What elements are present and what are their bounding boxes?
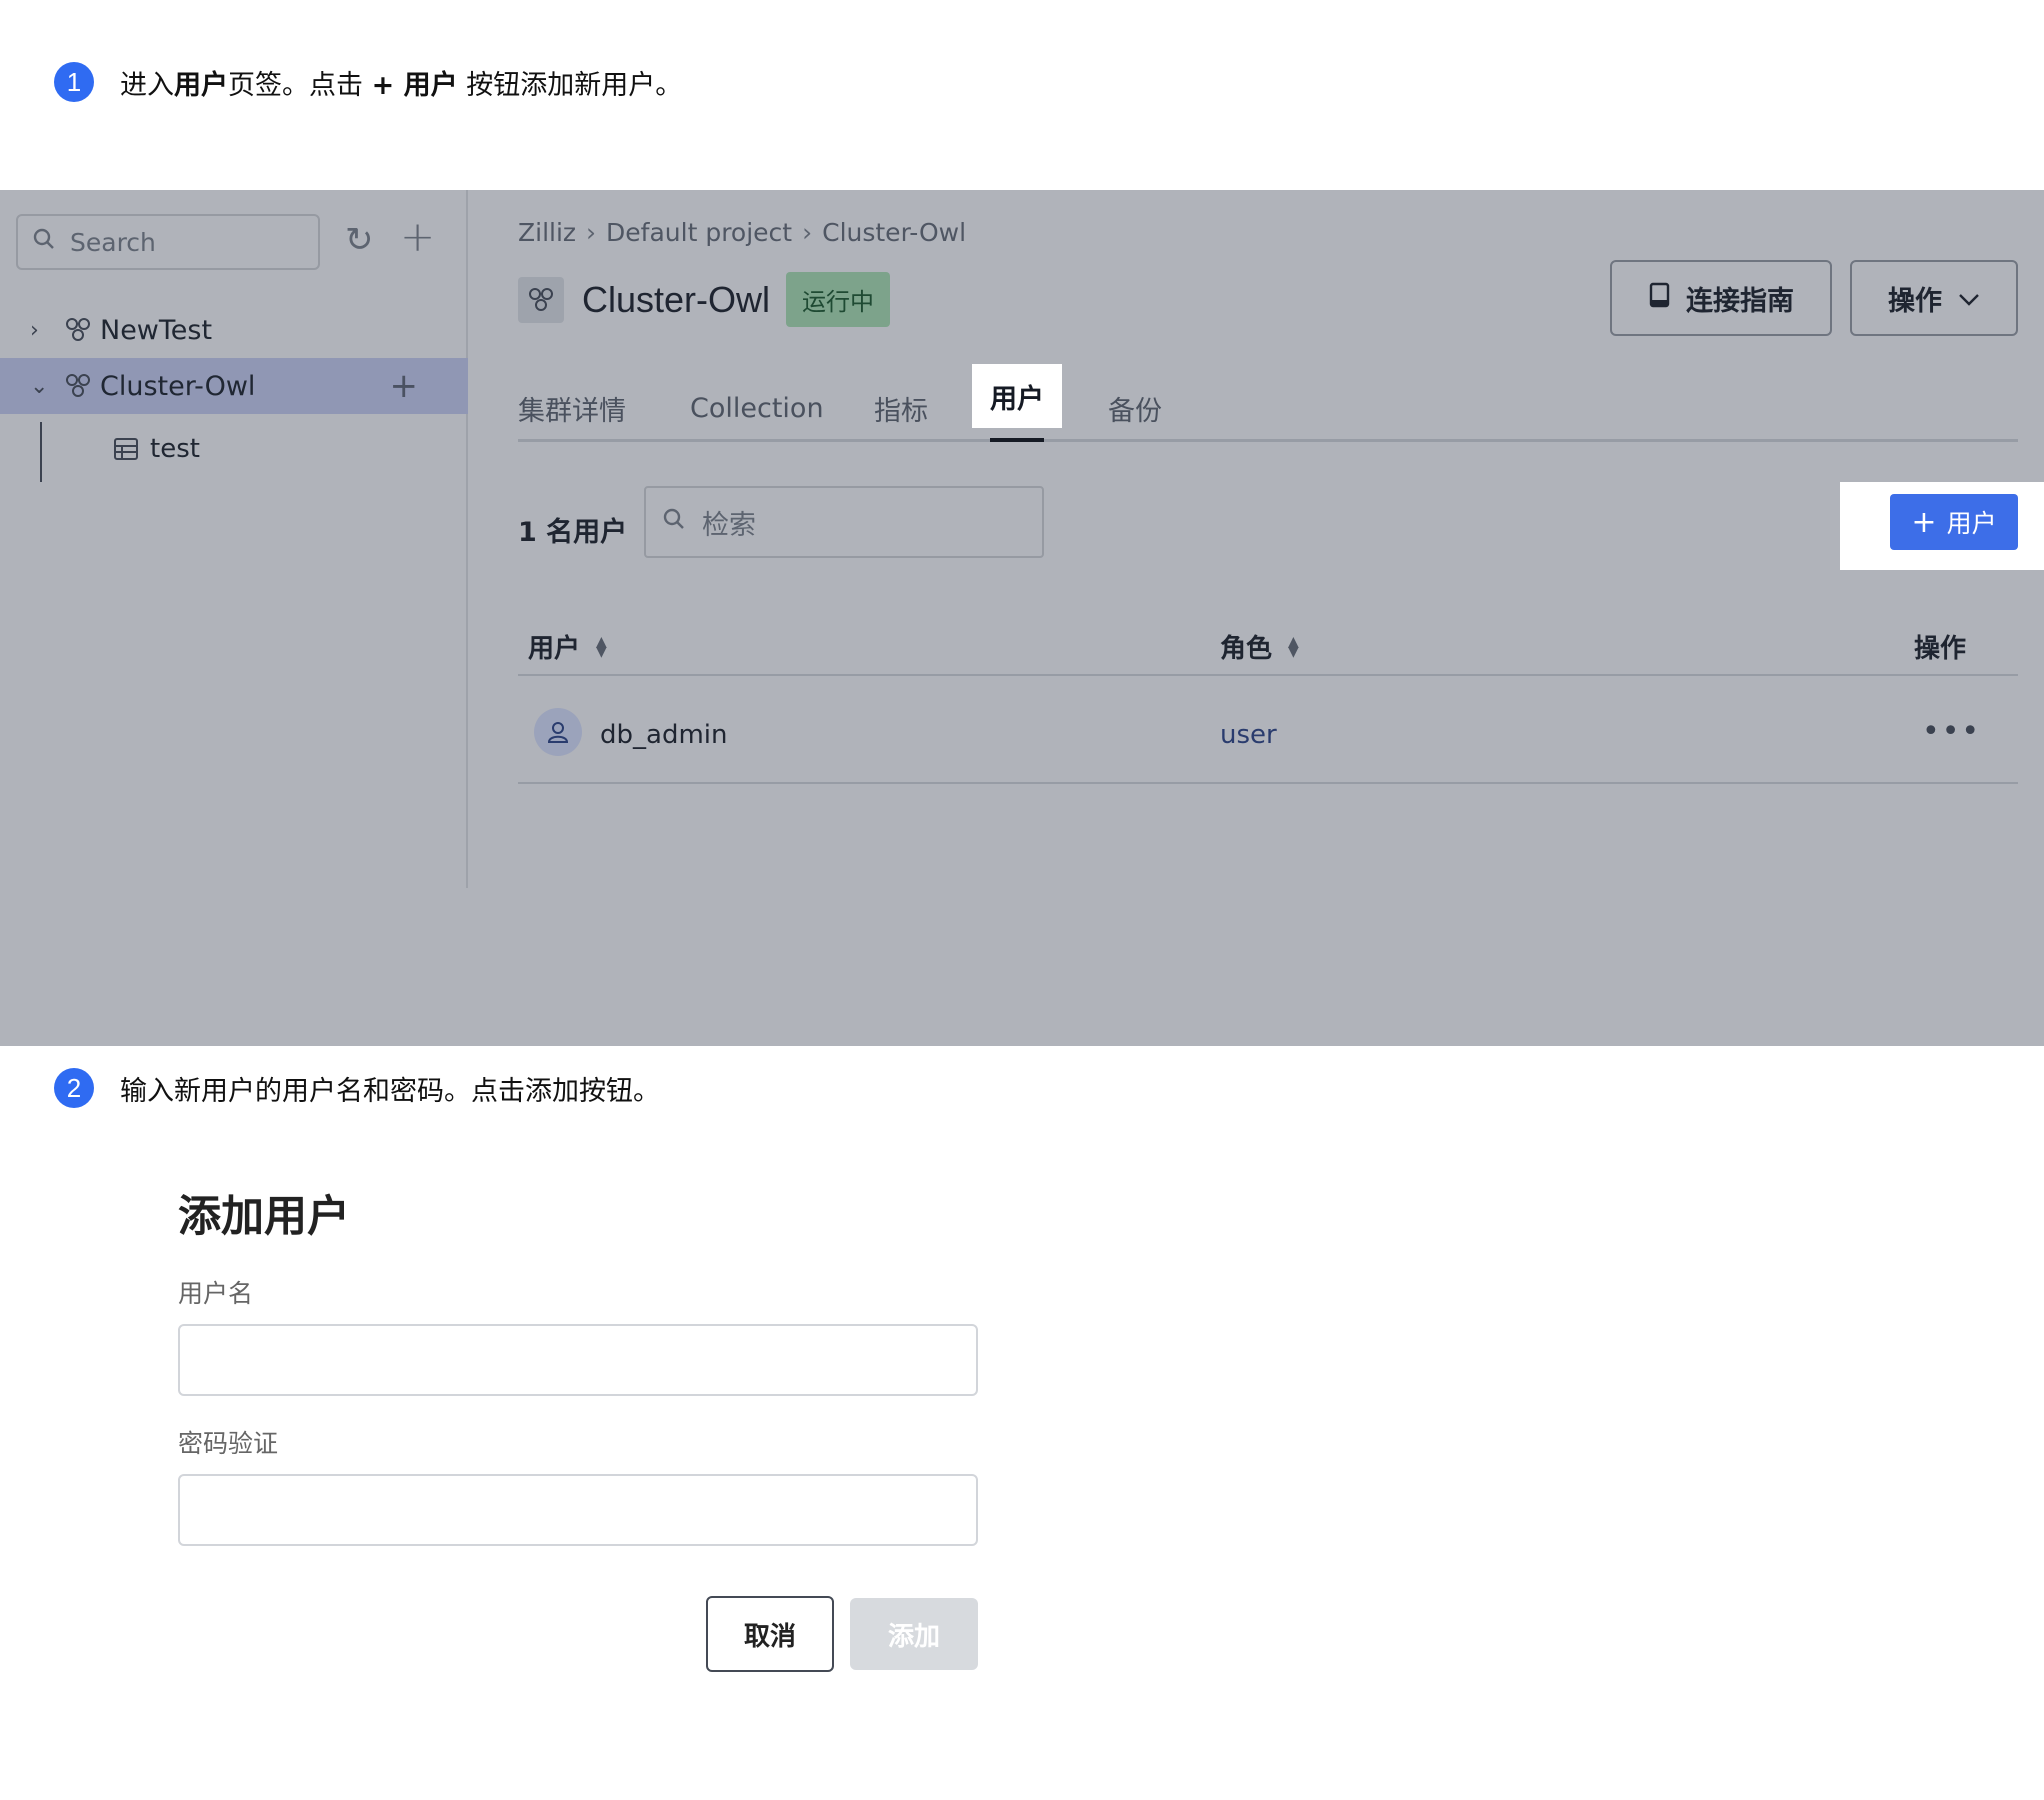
active-tab-indicator xyxy=(990,438,1044,442)
tab-cluster-details[interactable]: 集群详情 xyxy=(518,378,626,438)
collection-icon xyxy=(112,435,140,463)
step-text-part: 按钮添加新用户。 xyxy=(457,69,683,101)
search-icon xyxy=(32,227,56,257)
operations-label: 操作 xyxy=(1888,285,1942,317)
sidebar-search-input[interactable]: Search xyxy=(16,214,320,270)
step-number-badge: 1 xyxy=(54,62,94,102)
plus-icon: + xyxy=(1911,504,1937,540)
username-label: 用户名 xyxy=(178,1279,254,1308)
tree-item-cluster-owl[interactable]: ⌄ Cluster-Owl + xyxy=(0,358,468,414)
column-label: 操作 xyxy=(1914,634,1967,664)
username-input[interactable] xyxy=(178,1324,978,1396)
table-row: db_admin user ••• xyxy=(518,678,2018,784)
tree-item-label: Cluster-Owl xyxy=(100,370,256,402)
tab-label: Collection xyxy=(690,392,824,424)
cluster-icon xyxy=(518,276,564,323)
connect-guide-button[interactable]: 连接指南 xyxy=(1610,260,1832,336)
breadcrumb-cluster[interactable]: Cluster-Owl xyxy=(822,218,966,247)
status-badge: 运行中 xyxy=(786,272,891,327)
tab-metrics[interactable]: 指标 xyxy=(874,378,928,438)
column-label: 用户 xyxy=(528,634,581,664)
cancel-button[interactable]: 取消 xyxy=(706,1596,834,1672)
tree-item-newtest[interactable]: › NewTest xyxy=(0,302,468,358)
step-text-bold: + 用户 xyxy=(371,69,458,101)
breadcrumb-separator-icon: › xyxy=(802,218,813,247)
operations-dropdown[interactable]: 操作 xyxy=(1850,260,2018,336)
users-tab-screenshot: Search ↻ + › NewTest ⌄ Cluster-Owl + tes… xyxy=(0,190,2044,1046)
cluster-title-row: Cluster-Owl 运行中 xyxy=(518,272,891,327)
step-text: 进入用户页签。点击 + 用户 按钮添加新用户。 xyxy=(120,63,682,102)
cluster-icon xyxy=(64,372,92,400)
step-text-part: 进入 xyxy=(120,69,174,101)
book-icon xyxy=(1648,282,1672,315)
sort-icon[interactable]: ▲ ▼ xyxy=(596,635,607,659)
search-icon xyxy=(662,507,686,538)
add-user-label: 用户 xyxy=(1946,509,1997,538)
chevron-down-icon[interactable]: ⌄ xyxy=(30,374,56,399)
column-label: 角色 xyxy=(1220,634,1273,664)
chevron-down-icon xyxy=(1958,283,1980,314)
breadcrumb: Zilliz › Default project › Cluster-Owl xyxy=(518,218,966,247)
add-user-button[interactable]: + 用户 xyxy=(1890,494,2018,550)
password-label: 密码验证 xyxy=(178,1429,279,1458)
tab-bar: 集群详情 Collection 指标 用户 备份 xyxy=(518,364,2018,442)
refresh-icon[interactable]: ↻ xyxy=(345,220,374,260)
breadcrumb-separator-icon: › xyxy=(586,218,597,247)
tab-users[interactable]: 用户 xyxy=(972,364,1062,442)
tab-label: 集群详情 xyxy=(518,395,626,427)
tree-item-label: NewTest xyxy=(100,314,213,346)
step-number-badge: 2 xyxy=(54,1068,94,1108)
tab-label: 用户 xyxy=(990,383,1044,415)
page-title: Cluster-Owl xyxy=(582,278,771,320)
connect-guide-label: 连接指南 xyxy=(1686,285,1794,317)
step-1-instruction: 1 进入用户页签。点击 + 用户 按钮添加新用户。 xyxy=(54,62,682,102)
user-avatar-icon xyxy=(534,708,582,756)
tab-backup[interactable]: 备份 xyxy=(1108,378,1162,438)
tab-label: 备份 xyxy=(1108,395,1162,427)
step-text: 输入新用户的用户名和密码。点击添加按钮。 xyxy=(120,1075,660,1107)
user-role-cell: user xyxy=(1220,720,1277,750)
tab-collection[interactable]: Collection xyxy=(690,378,824,438)
sidebar: Search ↻ + › NewTest ⌄ Cluster-Owl + tes… xyxy=(0,190,468,888)
user-search-input[interactable]: 检索 xyxy=(644,486,1044,558)
tree-item-label: test xyxy=(150,434,200,464)
more-actions-icon[interactable]: ••• xyxy=(1922,714,1981,749)
sort-icon[interactable]: ▲ ▼ xyxy=(1288,635,1299,659)
search-placeholder: Search xyxy=(70,227,156,257)
column-header-user[interactable]: 用户 ▲ ▼ xyxy=(528,628,607,665)
breadcrumb-org[interactable]: Zilliz xyxy=(518,218,576,247)
password-input[interactable] xyxy=(178,1474,978,1546)
step-text-part: 页签。点击 xyxy=(228,69,372,101)
tree-connector-line xyxy=(40,422,42,482)
add-cluster-icon[interactable]: + xyxy=(400,212,435,261)
search-placeholder: 检索 xyxy=(702,509,756,541)
column-header-actions: 操作 xyxy=(1914,628,1966,665)
cluster-icon xyxy=(64,316,92,344)
column-header-role[interactable]: 角色 ▲ ▼ xyxy=(1220,628,1299,665)
step-2-instruction: 2 输入新用户的用户名和密码。点击添加按钮。 xyxy=(54,1068,660,1108)
dialog-title: 添加用户 xyxy=(178,1192,350,1242)
user-name-cell: db_admin xyxy=(600,720,728,750)
add-user-highlight: + 用户 xyxy=(1840,482,2044,570)
tree-item-test[interactable]: test xyxy=(112,434,200,464)
user-count: 1 名用户 xyxy=(518,517,628,548)
breadcrumb-project[interactable]: Default project xyxy=(606,218,792,247)
tab-label: 指标 xyxy=(874,395,928,427)
chevron-right-icon[interactable]: › xyxy=(30,318,56,343)
submit-add-button[interactable]: 添加 xyxy=(850,1598,978,1670)
main-content: Zilliz › Default project › Cluster-Owl C… xyxy=(518,190,2044,1046)
table-header: 用户 ▲ ▼ 角色 ▲ ▼ 操作 xyxy=(518,604,2018,676)
step-text-bold: 用户 xyxy=(174,69,228,101)
add-collection-icon[interactable]: + xyxy=(390,366,419,406)
